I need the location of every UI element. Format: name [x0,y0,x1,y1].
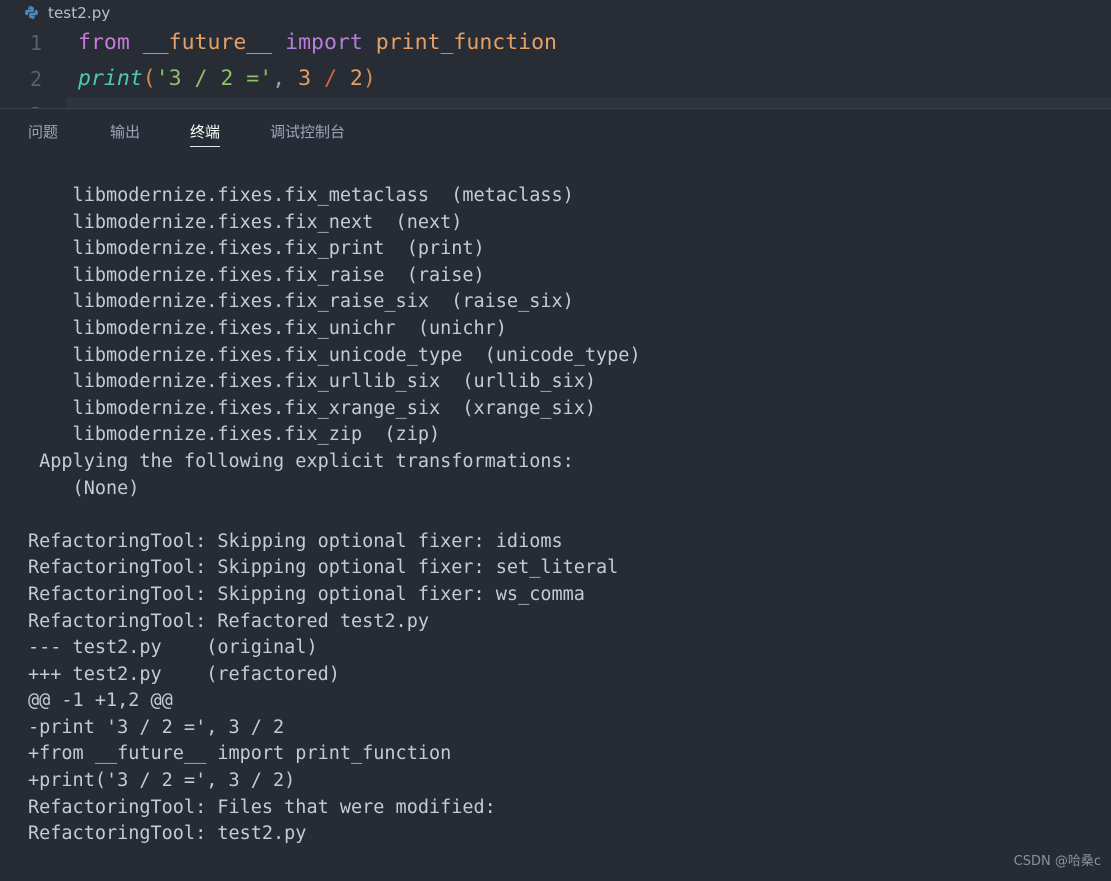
code-line-2: 2 print('3 / 2 =', 3 / 2) [0,61,1111,97]
terminal-output[interactable]: libmodernize.fixes.fix_metaclass (metacl… [0,153,1111,881]
terminal-line: libmodernize.fixes.fix_next (next) [28,211,463,233]
terminal-line: libmodernize.fixes.fix_print (print) [28,238,485,260]
terminal-line: Applying the following explicit transfor… [28,450,574,472]
terminal-line: libmodernize.fixes.fix_raise_six (raise_… [28,291,574,313]
bottom-panel: 问题 输出 终端 调试控制台 libmodernize.fixes.fix_me… [0,109,1111,881]
terminal-line: RefactoringTool: Files that were modifie… [28,796,496,818]
code-line-3-partial: 3 [0,97,1111,108]
terminal-line: @@ -1 +1,2 @@ [28,690,173,712]
terminal-line: libmodernize.fixes.fix_unichr (unichr) [28,317,507,339]
terminal-line: -print '3 / 2 =', 3 / 2 [28,716,285,738]
tab-terminal[interactable]: 终端 [174,109,236,153]
python-file-icon [24,5,39,20]
csdn-watermark: CSDN @哈桑c [1013,854,1101,869]
line-number-1: 1 [29,31,42,55]
current-line-highlight [66,97,1111,108]
terminal-line: +from __future__ import print_function [28,743,452,765]
tab-output-label: 输出 [110,122,141,141]
terminal-line: +print('3 / 2 =', 3 / 2) [28,770,296,792]
editor-tab-test2-py[interactable]: test2.py [0,0,124,25]
terminal-line: RefactoringTool: test2.py [28,823,307,845]
terminal-line: libmodernize.fixes.fix_unicode_type (uni… [28,344,641,366]
editor-tab-bar: test2.py [0,0,1111,25]
terminal-line: libmodernize.fixes.fix_urllib_six (urlli… [28,371,597,393]
terminal-line: --- test2.py (original) [28,637,318,659]
tab-output[interactable]: 输出 [94,109,156,153]
terminal-line: RefactoringTool: Skipping optional fixer… [28,557,619,579]
terminal-line: libmodernize.fixes.fix_metaclass (metacl… [28,185,574,206]
terminal-line: RefactoringTool: Skipping optional fixer… [28,583,585,605]
code-line-2-text: print('3 / 2 =', 3 / 2) [78,66,376,91]
tab-problems-label: 问题 [28,122,59,141]
terminal-line: (None) [28,477,140,499]
editor-tab-filename: test2.py [48,3,111,22]
terminal-line: RefactoringTool: Refactored test2.py [28,610,429,632]
code-line-1-text: from __future__ import print_function [78,30,557,55]
line-number-2: 2 [29,67,42,91]
line-number-3: 3 [0,97,66,108]
terminal-line: libmodernize.fixes.fix_zip (zip) [28,424,441,446]
editor-region: test2.py 1 from __future__ import print_… [0,0,1111,108]
tab-terminal-label: 终端 [190,122,221,141]
tab-debug-console-label: 调试控制台 [270,122,346,141]
terminal-line: +++ test2.py (refactored) [28,663,340,685]
tab-debug-console[interactable]: 调试控制台 [254,109,361,153]
terminal-line: libmodernize.fixes.fix_raise (raise) [28,264,485,286]
code-editor-area[interactable]: 1 from __future__ import print_function … [0,25,1111,108]
panel-tab-bar: 问题 输出 终端 调试控制台 [0,109,1111,153]
terminal-line: libmodernize.fixes.fix_xrange_six (xrang… [28,397,597,419]
tab-problems[interactable]: 问题 [28,109,74,153]
code-line-1: 1 from __future__ import print_function [0,25,1111,61]
terminal-line: RefactoringTool: Skipping optional fixer… [28,530,563,552]
